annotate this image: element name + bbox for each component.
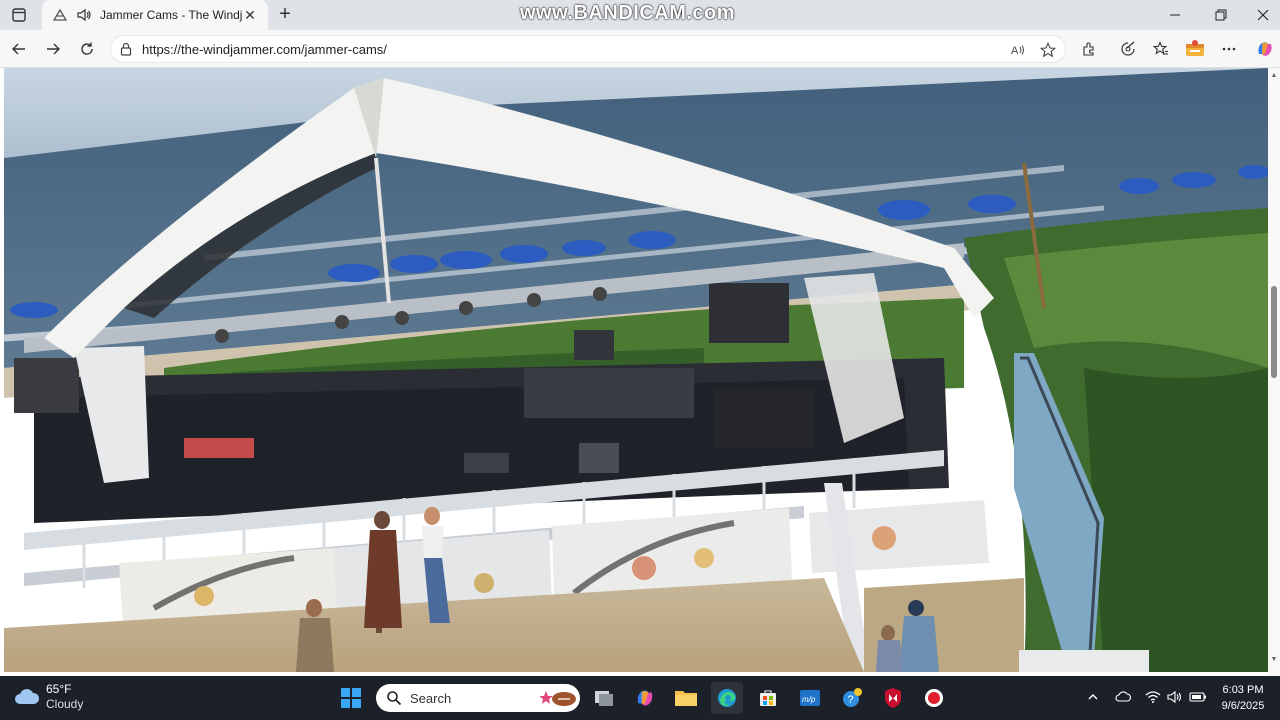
scroll-up-icon[interactable]: ▲ [1270, 72, 1278, 80]
wifi-icon[interactable] [1142, 686, 1164, 708]
taskbar-clock[interactable]: 6:03 PM 9/6/2025 [1212, 682, 1274, 714]
football-search-highlight-icon [540, 691, 576, 706]
favorite-star-icon[interactable] [1039, 41, 1057, 59]
svg-text:?: ? [848, 694, 854, 706]
scroll-down-icon[interactable]: ▼ [1270, 656, 1278, 664]
copilot-icon[interactable] [1251, 35, 1279, 63]
windows-taskbar: 65°F Cloudy Search m/p ? 6:03 PM 9/6/202… [0, 676, 1280, 720]
page-content [0, 68, 1280, 676]
battery-icon[interactable] [1187, 686, 1209, 708]
copilot-taskbar-icon[interactable] [629, 682, 661, 714]
forward-icon[interactable] [39, 35, 67, 63]
weather-widget[interactable]: 65°F Cloudy [14, 682, 83, 712]
windows-start-icon[interactable] [335, 682, 367, 714]
lock-icon[interactable] [119, 42, 135, 58]
file-explorer-icon[interactable] [670, 682, 702, 714]
new-tab-button[interactable]: + [274, 3, 296, 25]
clock-date: 9/6/2025 [1221, 700, 1265, 712]
taskbar-search-box[interactable]: Search [376, 684, 580, 712]
maximize-button[interactable] [1198, 0, 1244, 30]
mcafee-shield-icon[interactable] [877, 682, 909, 714]
shopping-coupon-icon[interactable] [1181, 35, 1209, 63]
search-placeholder: Search [410, 690, 452, 706]
favorites-icon[interactable] [1147, 35, 1175, 63]
read-aloud-icon[interactable]: A [1009, 41, 1027, 59]
more-menu-icon[interactable] [1215, 35, 1243, 63]
tab-title: Jammer Cams - The Windjammer [100, 8, 242, 22]
bandicam-watermark: www.BANDICAM.com [520, 2, 736, 24]
tab-actions-icon[interactable] [10, 6, 28, 24]
scrollbar-thumb[interactable] [1271, 286, 1277, 378]
refresh-icon[interactable] [73, 35, 101, 63]
address-url[interactable]: https://the-windjammer.com/jammer-cams/ [142, 42, 387, 57]
tab-bar: Jammer Cams - The Windjammer ✕ + www.BAN… [0, 0, 1280, 30]
weather-condition: Cloudy [46, 697, 84, 711]
webcam-stream-image[interactable] [4, 68, 1268, 672]
tab-close-icon[interactable]: ✕ [242, 7, 258, 23]
edge-browser-icon[interactable] [711, 682, 743, 714]
volume-icon[interactable] [1164, 686, 1186, 708]
weather-temperature: 65°F [46, 682, 72, 696]
tips-app-icon[interactable]: ? [836, 682, 868, 714]
browser-essentials-icon[interactable] [1114, 35, 1142, 63]
close-window-button[interactable] [1240, 0, 1280, 30]
browser-toolbar: https://the-windjammer.com/jammer-cams/ … [0, 30, 1280, 68]
tab-jammer-cams[interactable]: Jammer Cams - The Windjammer ✕ [42, 0, 268, 30]
svg-text:m/p: m/p [802, 695, 816, 704]
extensions-icon[interactable] [1075, 35, 1103, 63]
cloud-icon [15, 689, 40, 704]
show-hidden-icons-chevron-icon[interactable] [1082, 686, 1104, 708]
search-icon [387, 691, 402, 706]
address-bar[interactable]: https://the-windjammer.com/jammer-cams/ … [110, 35, 1066, 63]
windjammer-favicon-icon [52, 7, 68, 23]
mcafee-app-icon[interactable]: m/p [794, 682, 826, 714]
audio-playing-icon[interactable] [76, 7, 92, 23]
back-icon[interactable] [5, 35, 33, 63]
onedrive-sync-icon[interactable] [1112, 686, 1134, 708]
page-scrollbar[interactable]: ▲ ▼ [1268, 68, 1280, 676]
bandicam-record-icon[interactable] [918, 682, 950, 714]
task-view-icon[interactable] [588, 682, 620, 714]
clock-time: 6:03 PM [1222, 684, 1264, 696]
microsoft-store-icon[interactable] [752, 682, 784, 714]
svg-text:A: A [1011, 45, 1019, 57]
minimize-button[interactable] [1152, 0, 1198, 30]
